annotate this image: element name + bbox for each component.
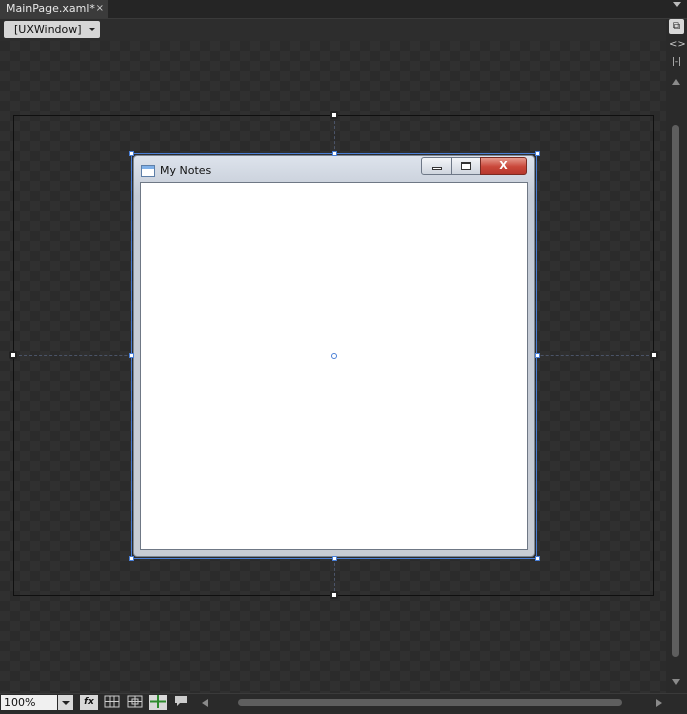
xaml-view-icon[interactable]: <>: [669, 37, 686, 52]
zoom-input[interactable]: 100%: [1, 695, 57, 710]
window-client-area[interactable]: [140, 182, 528, 550]
minimize-icon: [432, 167, 442, 170]
scroll-down-icon[interactable]: [672, 679, 680, 685]
annotations-icon[interactable]: [172, 695, 190, 710]
close-icon[interactable]: ×: [96, 0, 104, 18]
breadcrumb-label: [UXWindow]: [14, 23, 82, 36]
center-point-icon[interactable]: [331, 353, 337, 359]
window-close-button[interactable]: X: [480, 157, 527, 175]
resize-handle-top[interactable]: [332, 151, 337, 156]
resize-handle-bottom[interactable]: [332, 556, 337, 561]
resize-handle-right[interactable]: [535, 353, 540, 358]
margin-anchor-bottom[interactable]: [330, 591, 338, 599]
right-tool-strip: ⧉ <> |-|: [666, 19, 687, 693]
scroll-up-icon[interactable]: [672, 79, 680, 85]
resize-handle-left[interactable]: [129, 353, 134, 358]
scroll-right-icon[interactable]: [656, 699, 662, 707]
resize-handle-bottom-left[interactable]: [129, 556, 134, 561]
tab-overflow-icon[interactable]: [673, 2, 681, 7]
window-title: My Notes: [160, 164, 212, 177]
show-grid-icon[interactable]: [103, 695, 121, 710]
horizontal-scrollbar[interactable]: [198, 695, 666, 710]
maximize-button[interactable]: [451, 157, 481, 175]
snap-to-grid-icon[interactable]: [126, 695, 144, 710]
breadcrumb-element-button[interactable]: [UXWindow]: [4, 21, 100, 38]
snap-to-snaplines-icon[interactable]: [149, 695, 167, 710]
tab-label: MainPage.xaml*: [6, 2, 95, 15]
horizontal-scroll-thumb[interactable]: [238, 699, 622, 706]
chevron-down-icon: [62, 701, 70, 705]
vertical-scrollbar[interactable]: [670, 77, 683, 687]
design-view-icon[interactable]: ⧉: [669, 19, 684, 34]
window-icon: [141, 165, 155, 177]
scroll-left-icon[interactable]: [202, 699, 208, 707]
breadcrumb: [UXWindow]: [0, 19, 666, 41]
zoom-dropdown-button[interactable]: [58, 695, 73, 710]
chevron-down-icon: [88, 28, 95, 31]
margin-anchor-left[interactable]: [9, 351, 17, 359]
resize-handle-top-right[interactable]: [535, 151, 540, 156]
close-icon: X: [499, 159, 508, 172]
margin-anchor-top[interactable]: [330, 111, 338, 119]
margin-anchor-right[interactable]: [650, 351, 658, 359]
maximize-icon: [461, 162, 471, 170]
resize-handle-top-left[interactable]: [129, 151, 134, 156]
minimize-button[interactable]: [421, 157, 452, 175]
effects-toggle-button[interactable]: fx: [80, 695, 98, 710]
resize-handle-bottom-right[interactable]: [535, 556, 540, 561]
document-tabstrip: MainPage.xaml* ×: [0, 0, 687, 19]
bottom-toolbar: 100% fx: [0, 693, 687, 712]
split-view-icon[interactable]: |-|: [669, 55, 684, 70]
vertical-scroll-thumb[interactable]: [672, 125, 679, 657]
tab-mainpage[interactable]: MainPage.xaml* ×: [0, 0, 108, 18]
